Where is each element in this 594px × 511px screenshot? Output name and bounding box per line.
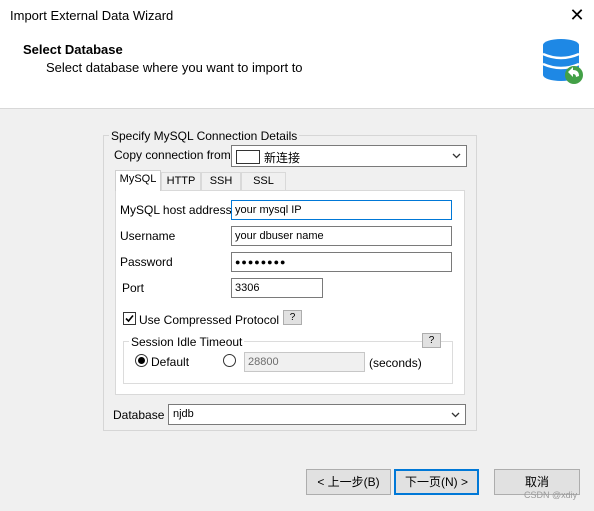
window-title: Import External Data Wizard [10,8,174,23]
compressed-protocol-label: Use Compressed Protocol [139,313,280,327]
close-icon[interactable]: ✕ [566,4,588,26]
username-input[interactable]: your dbuser name [231,226,452,246]
copy-connection-value: 新连接 [264,151,301,165]
custom-timeout-radio[interactable] [223,354,236,367]
session-timeout-legend: Session Idle Timeout [129,335,245,349]
password-input[interactable]: ●●●●●●●● [231,252,452,272]
chevron-down-icon [451,412,460,418]
session-help-button[interactable]: ? [422,333,441,348]
username-label: Username [120,229,176,243]
page-title: Select Database [23,42,123,57]
tab-ssl[interactable]: SSL [241,172,286,190]
tab-ssh[interactable]: SSH [201,172,241,190]
tab-mysql[interactable]: MySQL [115,170,161,191]
compressed-protocol-checkbox[interactable] [123,312,136,325]
page-subtitle: Select database where you want to import… [46,60,303,75]
chevron-down-icon [452,153,461,159]
password-label: Password [120,255,173,269]
default-timeout-label: Default [151,355,190,369]
database-label: Database [113,408,165,422]
connection-details-legend: Specify MySQL Connection Details [109,129,300,143]
timeout-unit: (seconds) [369,356,422,370]
watermark: CSDN @xdiy [524,490,578,500]
host-label: MySQL host address [120,203,232,217]
port-label: Port [122,281,145,295]
timeout-input[interactable]: 28800 [244,352,365,372]
connection-icon [236,150,260,164]
host-label-text: MySQL host address [120,203,232,217]
host-input[interactable]: your mysql IP [231,200,452,220]
database-value: njdb [173,408,194,420]
database-select[interactable]: njdb [168,404,466,425]
database-import-icon [542,39,583,84]
checkmark-icon [125,314,134,323]
tab-http[interactable]: HTTP [161,172,201,190]
back-button[interactable]: < 上一步(B) [306,469,391,495]
copy-connection-select[interactable]: 新连接 [231,145,467,167]
port-input[interactable]: 3306 [231,278,323,298]
next-button[interactable]: 下一页(N) > [394,469,479,495]
copy-connection-label: Copy connection from [114,148,231,162]
default-timeout-radio[interactable] [135,354,148,367]
compressed-help-button[interactable]: ? [283,310,302,325]
